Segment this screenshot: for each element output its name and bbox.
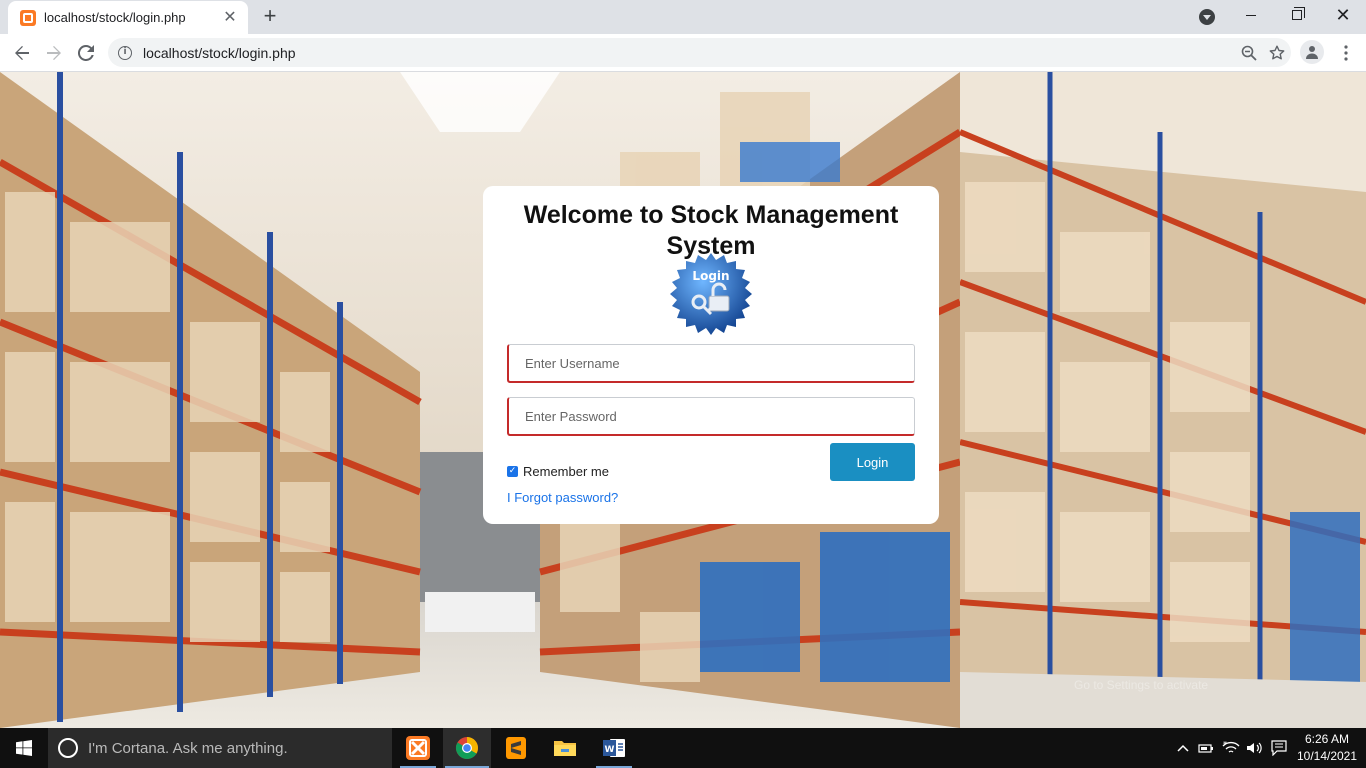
login-lock-badge-icon: Login — [670, 253, 752, 335]
forward-arrow-icon — [47, 46, 61, 60]
svg-text:W: W — [605, 745, 615, 755]
close-icon: ✕ — [1335, 5, 1351, 25]
file-explorer-icon — [554, 741, 576, 756]
forgot-password-link[interactable]: I Forgot password? — [507, 490, 618, 505]
clock-date: 10/14/2021 — [1296, 749, 1358, 763]
site-info-icon[interactable]: i — [118, 45, 132, 60]
tab-title: localhost/stock/login.php — [44, 10, 186, 25]
more-vertical-icon — [1344, 45, 1348, 61]
action-center-icon[interactable] — [1268, 728, 1290, 768]
word-icon: W — [603, 739, 625, 757]
volume-tray-icon[interactable] — [1245, 728, 1265, 768]
battery-tray-icon[interactable] — [1196, 728, 1216, 768]
taskbar-explorer-button[interactable] — [541, 728, 589, 768]
tab-close-icon[interactable]: ✕ — [222, 9, 238, 26]
minimize-icon — [1246, 14, 1256, 16]
person-icon — [1306, 46, 1318, 59]
new-tab-button[interactable]: + — [258, 5, 282, 29]
svg-text:*: * — [1223, 741, 1227, 749]
back-button[interactable] — [8, 39, 36, 67]
bookmark-star-icon[interactable] — [1263, 39, 1291, 67]
xampp-favicon-icon — [20, 9, 36, 26]
back-arrow-icon — [15, 46, 29, 60]
browser-toolbar: i localhost/stock/login.php — [0, 34, 1366, 72]
login-button[interactable]: Login — [830, 443, 915, 481]
url-text[interactable]: localhost/stock/login.php — [143, 45, 1235, 61]
window-restore-button[interactable] — [1274, 0, 1320, 30]
windows-taskbar: I'm Cortana. Ask me anything. W * 6:26 A — [0, 728, 1366, 768]
reload-icon — [78, 45, 94, 61]
sublime-text-icon — [506, 737, 526, 759]
forward-button[interactable] — [40, 39, 68, 67]
cortana-search-box[interactable]: I'm Cortana. Ask me anything. — [48, 728, 392, 768]
taskbar-word-button[interactable]: W — [590, 728, 638, 768]
taskbar-xampp-button[interactable] — [394, 728, 442, 768]
reload-button[interactable] — [72, 39, 100, 67]
tab-search-icon[interactable] — [1199, 9, 1215, 25]
page-viewport: Welcome to Stock Management System Login… — [0, 72, 1366, 728]
windows-logo-icon — [16, 740, 32, 756]
window-minimize-button[interactable] — [1228, 0, 1274, 30]
checkbox-checked-icon[interactable]: ✓ — [507, 466, 518, 477]
activate-windows-watermark: Go to Settings to activate — [1074, 678, 1209, 692]
remember-me-checkbox[interactable]: ✓ Remember me — [507, 464, 609, 479]
browser-tab[interactable]: localhost/stock/login.php ✕ — [8, 1, 248, 34]
chevron-up-icon — [1177, 744, 1189, 752]
zoom-icon[interactable] — [1235, 39, 1263, 67]
browser-tabstrip: localhost/stock/login.php ✕ + ✕ — [0, 0, 1366, 34]
clock-time: 6:26 AM — [1304, 732, 1350, 746]
browser-menu-button[interactable] — [1334, 39, 1358, 67]
window-close-button[interactable]: ✕ — [1320, 0, 1366, 30]
show-hidden-icons-button[interactable] — [1174, 728, 1192, 768]
taskbar-chrome-button[interactable] — [443, 728, 491, 768]
taskbar-sublime-button[interactable] — [492, 728, 540, 768]
restore-icon — [1292, 7, 1305, 20]
address-bar[interactable]: i localhost/stock/login.php — [108, 38, 1291, 67]
wifi-tray-icon[interactable]: * — [1220, 728, 1242, 768]
badge-text: Login — [692, 269, 729, 283]
login-card: Welcome to Stock Management System Login… — [483, 186, 939, 524]
remember-me-label: Remember me — [523, 464, 609, 479]
password-input[interactable] — [507, 397, 915, 436]
warehouse-background-image-repeat — [960, 72, 1366, 728]
start-button[interactable] — [0, 728, 48, 768]
taskbar-clock[interactable]: 6:26 AM 10/14/2021 — [1292, 731, 1362, 765]
profile-avatar-button[interactable] — [1300, 40, 1324, 64]
cortana-icon — [58, 738, 78, 758]
username-input[interactable] — [507, 344, 915, 383]
cortana-placeholder: I'm Cortana. Ask me anything. — [88, 739, 288, 757]
xampp-icon — [406, 736, 430, 760]
chrome-icon — [456, 737, 478, 759]
